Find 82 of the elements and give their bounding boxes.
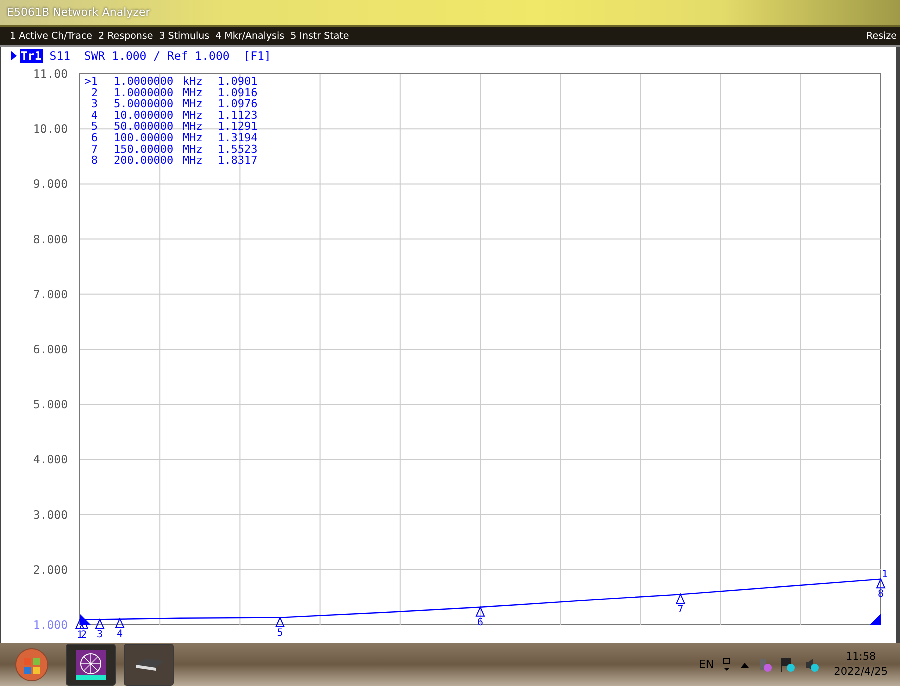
marker-number: 5 xyxy=(91,120,98,134)
y-axis-label: 1.000 xyxy=(33,618,68,632)
marker-triangle-icon[interactable] xyxy=(95,618,105,630)
marker-label: 2 xyxy=(81,630,88,641)
marker-triangle-icon[interactable] xyxy=(115,618,125,628)
marker-label: 7 xyxy=(678,604,684,616)
marker-unit: MHz xyxy=(183,142,203,156)
marker-label: 1 xyxy=(882,569,888,580)
marker-number: 4 xyxy=(91,108,98,122)
marker-number: 3 xyxy=(91,98,98,111)
trace-tab[interactable]: Tr1 xyxy=(20,49,43,63)
marker-value: 1.1291 xyxy=(218,120,258,134)
y-axis-label: 4.000 xyxy=(33,452,68,467)
keyboard-layout-icon[interactable] xyxy=(722,658,732,672)
y-axis-label: 5.000 xyxy=(33,398,68,412)
marker-triangle-icon[interactable] xyxy=(275,616,286,628)
trace-pointer-icon xyxy=(11,51,17,61)
y-axis-label: 2.000 xyxy=(33,562,68,577)
y-axis-label: 9.000 xyxy=(33,177,68,192)
menu-item[interactable]: 5 Instr State xyxy=(288,30,352,42)
menu-item[interactable]: 4 Mkr/Analysis xyxy=(212,30,288,42)
marker-frequency: 150.00000 xyxy=(114,142,174,156)
marker-triangle-icon[interactable] xyxy=(476,606,486,617)
marker-triangle-icon[interactable] xyxy=(75,618,85,630)
trace-info: S11 SWR 1.000 / Ref 1.000 [F1] xyxy=(48,49,272,63)
marker-label: 8 xyxy=(878,589,884,600)
marker-label: 3 xyxy=(97,630,104,641)
menu-item[interactable]: 1 Active Ch/Trace xyxy=(0,30,96,42)
marker-unit: MHz xyxy=(183,86,203,100)
y-axis-label: 6.000 xyxy=(33,342,68,356)
marker-frequency: 100.00000 xyxy=(114,132,174,144)
taskbar-app-button[interactable] xyxy=(66,644,116,686)
reference-marker-icon xyxy=(870,614,881,625)
resize-button[interactable]: Resize xyxy=(864,30,900,42)
start-button[interactable] xyxy=(14,646,50,682)
y-axis-label: 7.000 xyxy=(33,287,68,302)
window-title: E5061B Network Analyzer xyxy=(6,6,150,19)
marker-triangle-icon[interactable] xyxy=(676,593,686,604)
reference-marker-icon xyxy=(80,614,91,625)
marker-value: 1.1123 xyxy=(218,108,258,122)
marker-number: 2 xyxy=(91,86,98,100)
clock-date: 2022/4/25 xyxy=(834,666,888,678)
clock[interactable]: 11:58 2022/4/25 xyxy=(828,651,894,678)
marker-unit: MHz xyxy=(183,154,203,168)
marker-number: 8 xyxy=(91,154,98,168)
marker-unit: MHz xyxy=(183,132,203,144)
marker-label: 6 xyxy=(477,617,484,628)
y-axis-label: 11.00 xyxy=(33,67,68,81)
marker-label: 1 xyxy=(77,630,84,642)
y-axis-label: 8.000 xyxy=(33,232,68,246)
marker-unit: MHz xyxy=(183,108,203,122)
y-axis-label: 10.00 xyxy=(33,122,68,136)
marker-value: 1.5523 xyxy=(218,142,258,156)
marker-unit: MHz xyxy=(183,120,203,134)
menu-item[interactable]: 3 Stimulus xyxy=(156,30,213,42)
taskbar-app-button[interactable] xyxy=(124,644,174,686)
marker-value: 1.3194 xyxy=(218,132,258,144)
marker-number: >1 xyxy=(84,75,98,88)
marker-unit: MHz xyxy=(183,98,203,111)
marker-frequency: 1.0000000 xyxy=(114,75,174,88)
marker-number: 6 xyxy=(91,132,98,144)
marker-label: 4 xyxy=(117,628,124,640)
marker-frequency: 50.000000 xyxy=(114,120,174,134)
marker-frequency: 1.0000000 xyxy=(114,86,174,100)
flag-icon[interactable] xyxy=(780,656,796,672)
marker-unit: kHz xyxy=(183,75,203,88)
show-hidden-icons-icon[interactable] xyxy=(740,660,750,668)
marker-frequency: 10.000000 xyxy=(114,108,174,122)
marker-number: 7 xyxy=(91,142,98,156)
marker-value: 1.0976 xyxy=(218,98,258,111)
analyzer-icon xyxy=(76,650,106,680)
marker-triangle-icon[interactable] xyxy=(876,578,886,589)
marker-label: 5 xyxy=(277,628,284,639)
clock-time: 11:58 xyxy=(846,651,876,663)
marker-value: 1.8317 xyxy=(218,154,258,168)
menu-item[interactable]: 2 Response xyxy=(96,30,156,42)
y-axis-label: 3.000 xyxy=(33,508,68,522)
marker-frequency: 5.0000000 xyxy=(114,98,174,111)
marker-frequency: 200.00000 xyxy=(114,154,174,168)
marker-value: 1.0916 xyxy=(218,86,258,100)
speaker-icon[interactable] xyxy=(804,656,820,672)
marker-value: 1.0901 xyxy=(218,75,258,88)
